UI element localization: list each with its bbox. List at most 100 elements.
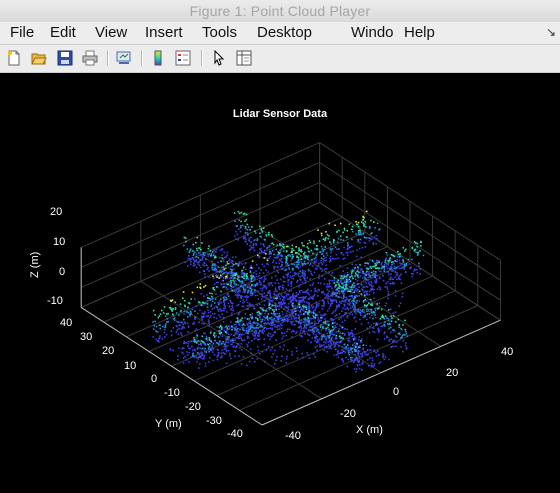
lidar-point bbox=[368, 293, 370, 296]
lidar-point bbox=[192, 323, 194, 325]
lidar-point bbox=[282, 284, 284, 287]
lidar-point bbox=[399, 267, 401, 270]
lidar-point bbox=[279, 298, 282, 300]
lidar-point bbox=[264, 278, 267, 281]
lidar-point bbox=[324, 270, 327, 273]
lidar-point bbox=[364, 352, 366, 355]
menu-window[interactable]: Windo bbox=[351, 24, 394, 41]
lidar-point bbox=[318, 274, 320, 277]
lidar-point bbox=[411, 247, 414, 250]
lidar-point bbox=[335, 258, 337, 260]
colorbar-icon[interactable] bbox=[149, 49, 167, 67]
lidar-point bbox=[337, 296, 340, 298]
lidar-point bbox=[223, 302, 226, 304]
lidar-point bbox=[288, 290, 291, 293]
legend-icon[interactable] bbox=[174, 49, 192, 67]
lidar-point bbox=[333, 333, 335, 336]
lidar-point bbox=[360, 256, 362, 259]
lidar-point bbox=[252, 284, 255, 287]
lidar-point bbox=[216, 248, 218, 251]
lidar-point bbox=[268, 245, 271, 247]
lidar-point bbox=[215, 270, 217, 272]
lidar-point bbox=[288, 264, 290, 267]
new-figure-icon[interactable] bbox=[5, 49, 23, 67]
y-tick-label: 10 bbox=[124, 360, 137, 372]
lidar-point bbox=[291, 314, 294, 317]
lidar-point bbox=[185, 359, 188, 361]
save-icon[interactable] bbox=[56, 49, 74, 67]
lidar-point bbox=[196, 286, 199, 289]
lidar-point bbox=[219, 356, 222, 359]
open-file-icon[interactable] bbox=[30, 49, 48, 67]
lidar-point bbox=[380, 316, 383, 318]
lidar-point bbox=[287, 284, 290, 286]
dock-arrow-icon[interactable]: ↘ bbox=[546, 25, 556, 39]
lidar-point bbox=[237, 337, 240, 339]
lidar-point bbox=[349, 298, 351, 300]
lidar-point bbox=[208, 345, 211, 348]
lidar-point bbox=[213, 283, 216, 285]
lidar-point bbox=[399, 274, 401, 277]
property-inspector-icon[interactable] bbox=[235, 49, 253, 67]
lidar-point bbox=[196, 247, 198, 250]
lidar-point bbox=[320, 261, 322, 264]
lidar-point bbox=[377, 327, 380, 330]
lidar-point bbox=[246, 343, 248, 346]
lidar-point bbox=[187, 343, 189, 345]
menu-insert[interactable]: Insert bbox=[145, 24, 183, 41]
lidar-point bbox=[200, 292, 203, 295]
lidar-point bbox=[324, 322, 327, 325]
lidar-point bbox=[345, 287, 348, 290]
lidar-point bbox=[405, 332, 408, 335]
link-plot-icon[interactable] bbox=[115, 49, 133, 67]
lidar-point bbox=[370, 285, 373, 287]
menu-tools[interactable]: Tools bbox=[202, 24, 237, 41]
print-icon[interactable] bbox=[81, 49, 99, 67]
lidar-point bbox=[358, 346, 360, 348]
lidar-point bbox=[344, 333, 346, 335]
lidar-point bbox=[369, 275, 371, 277]
lidar-point bbox=[195, 259, 198, 261]
lidar-point bbox=[244, 236, 246, 238]
pointer-icon[interactable] bbox=[210, 49, 228, 67]
menu-help[interactable]: Help bbox=[404, 24, 435, 41]
menu-view[interactable]: View bbox=[95, 24, 127, 41]
lidar-point bbox=[354, 266, 356, 269]
lidar-point bbox=[230, 343, 232, 346]
lidar-point bbox=[348, 223, 351, 226]
lidar-point bbox=[290, 289, 293, 292]
lidar-point bbox=[330, 344, 332, 347]
lidar-point bbox=[261, 350, 264, 353]
title-bar: Figure 1: Point Cloud Player bbox=[0, 0, 560, 23]
lidar-point bbox=[351, 291, 354, 294]
lidar-point bbox=[315, 259, 318, 262]
lidar-point bbox=[272, 259, 275, 262]
y-tick-label: 20 bbox=[102, 345, 115, 357]
point-cloud bbox=[152, 210, 425, 373]
lidar-point bbox=[305, 320, 307, 323]
lidar-point bbox=[226, 251, 229, 254]
lidar-point bbox=[201, 322, 203, 325]
lidar-point bbox=[383, 354, 385, 357]
lidar-point bbox=[264, 249, 266, 252]
lidar-point bbox=[261, 289, 263, 292]
lidar-point bbox=[364, 221, 367, 223]
menu-desktop[interactable]: Desktop bbox=[257, 24, 312, 41]
plot-area[interactable]: Lidar Sensor Data 20 10 0 -10 Z (m) 40 3… bbox=[0, 73, 560, 493]
menu-edit[interactable]: Edit bbox=[50, 24, 76, 41]
lidar-point bbox=[366, 286, 369, 288]
lidar-point bbox=[326, 288, 328, 291]
lidar-point bbox=[397, 318, 400, 321]
lidar-point bbox=[354, 346, 357, 349]
lidar-point bbox=[366, 313, 369, 315]
lidar-point bbox=[259, 292, 261, 295]
menu-file[interactable]: File bbox=[10, 24, 34, 41]
y-tick-label: 0 bbox=[151, 373, 158, 385]
lidar-point bbox=[359, 318, 361, 321]
lidar-point bbox=[357, 283, 359, 285]
lidar-scatter-plot[interactable] bbox=[0, 73, 560, 493]
lidar-point bbox=[258, 267, 260, 269]
lidar-point bbox=[309, 241, 311, 244]
lidar-point bbox=[217, 342, 220, 345]
lidar-point bbox=[360, 221, 363, 223]
